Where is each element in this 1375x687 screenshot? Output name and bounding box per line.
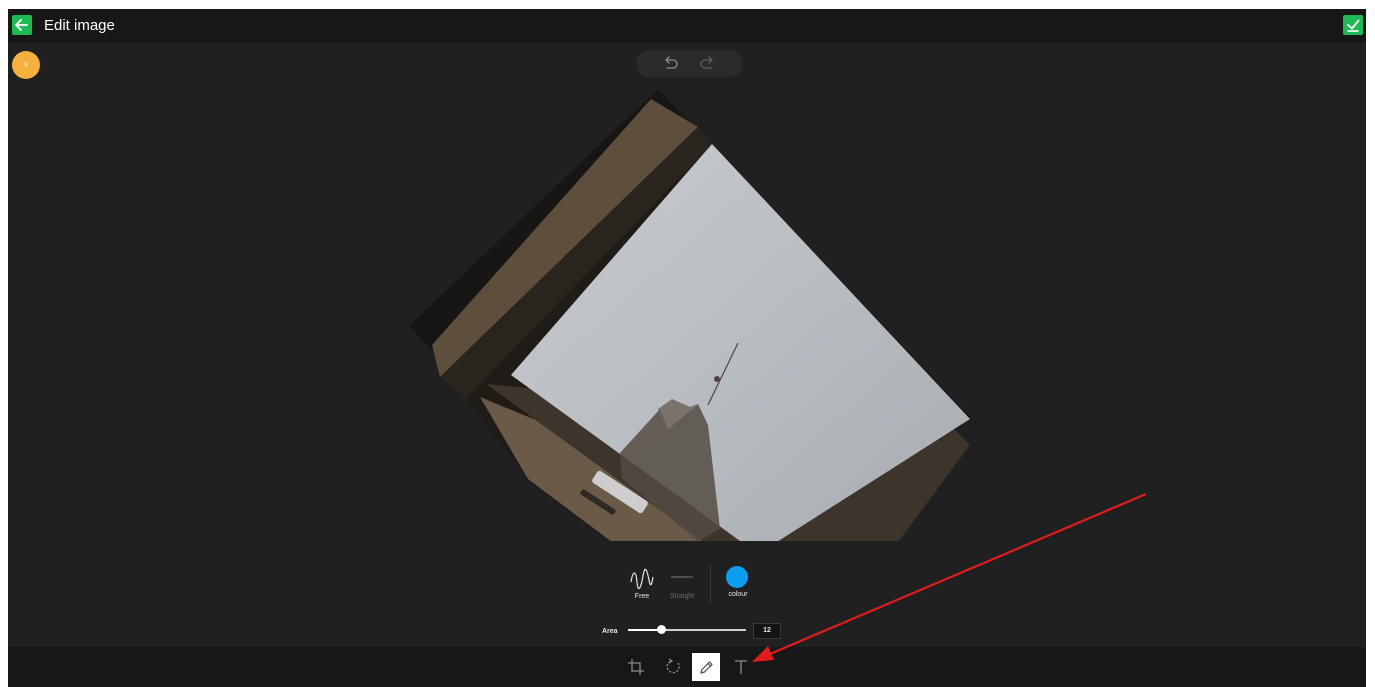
line-type-free-label: Free [634, 593, 650, 600]
text-tool-button[interactable] [727, 653, 755, 681]
line-type-straight-label: Straight [669, 593, 695, 600]
area-value-field[interactable]: 12 [753, 623, 781, 639]
squiggle-icon [630, 568, 654, 590]
crop-tool-button[interactable] [622, 653, 650, 681]
draw-options-panel: Free Straight colour Area 12 [598, 559, 798, 639]
rotate-icon [666, 658, 680, 674]
line-type-straight[interactable]: Straight [662, 566, 702, 606]
text-icon [735, 660, 747, 674]
line-type-free[interactable]: Free [622, 566, 662, 606]
crop-icon [628, 659, 644, 675]
pencil-icon [700, 661, 713, 674]
bottom-toolbar [8, 647, 1366, 687]
image-editor: Edit image s Free Straight colour Area 1… [8, 9, 1366, 687]
area-label: Area [602, 628, 618, 635]
panel-divider [710, 565, 711, 603]
rotate-tool-button[interactable] [659, 653, 687, 681]
straight-line-icon [671, 576, 693, 578]
colour-label: colour [728, 591, 748, 598]
colour-picker[interactable] [726, 566, 748, 588]
area-slider[interactable] [628, 623, 748, 637]
slider-thumb[interactable] [657, 625, 667, 634]
draw-tool-button[interactable] [692, 653, 720, 681]
image-canvas[interactable] [8, 9, 1366, 649]
